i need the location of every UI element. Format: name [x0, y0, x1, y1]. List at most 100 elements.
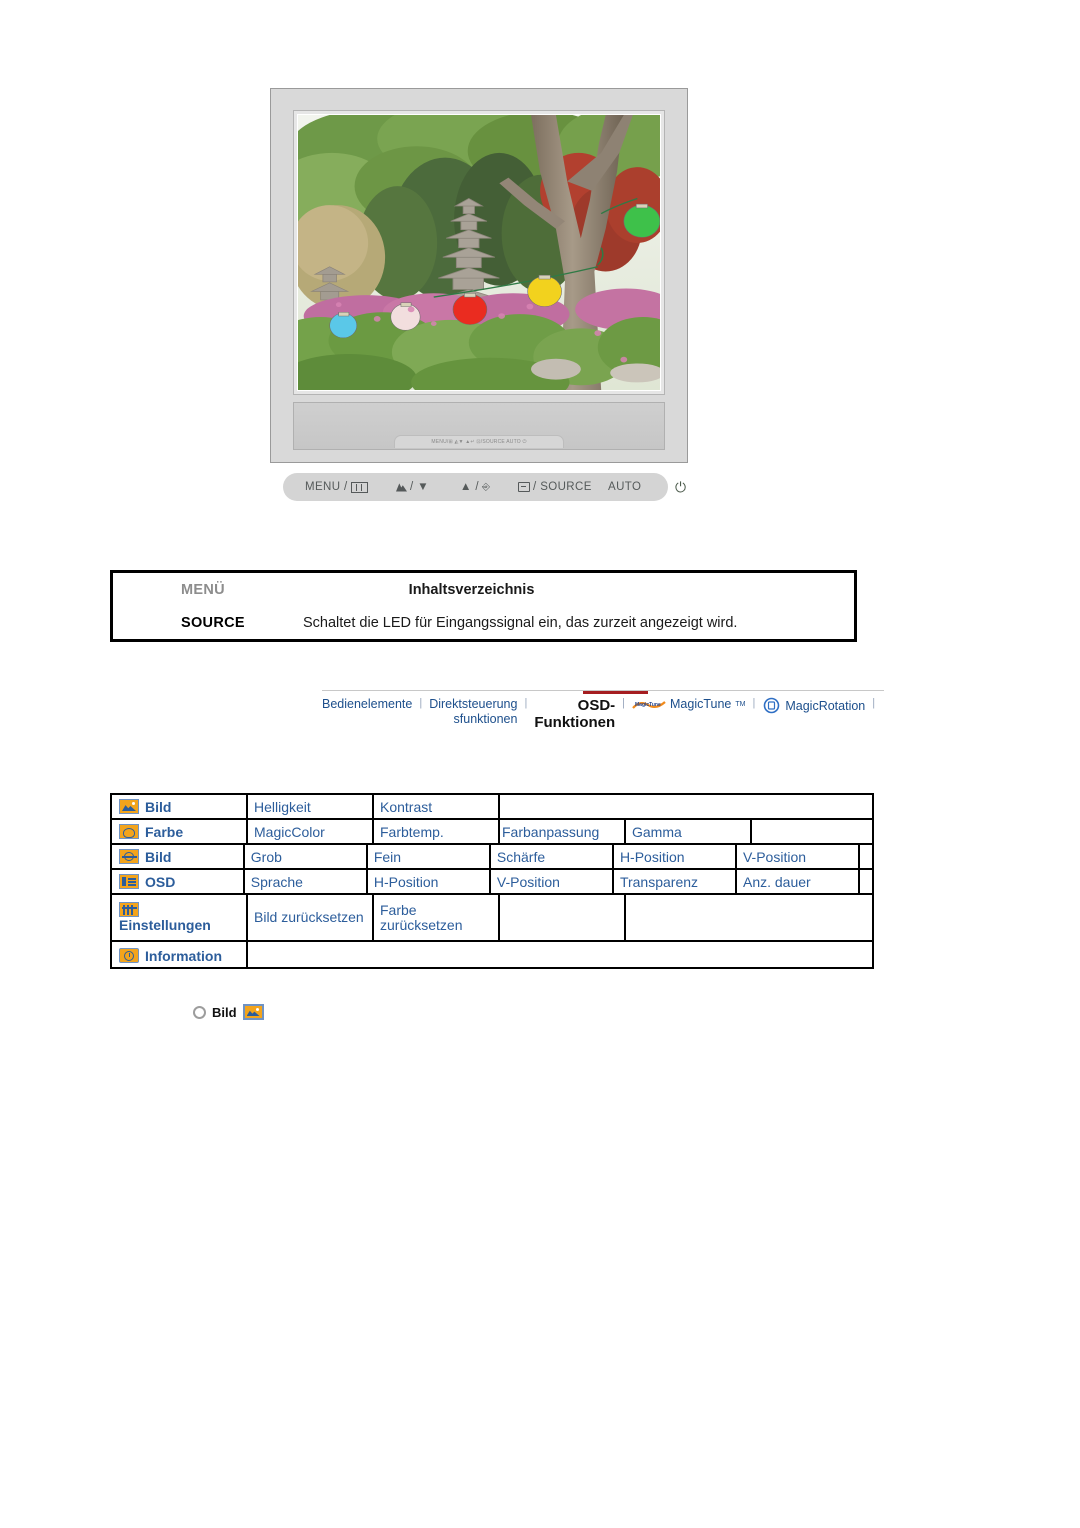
osd-label-text: Einstellungen — [119, 917, 211, 933]
section-navigation-bar: Bedienelemente | Direktsteuerung sfunkti… — [322, 690, 884, 737]
osd-item-bild-zuruecksetzen[interactable]: Bild zurücksetzen — [248, 895, 374, 940]
up-enter-button-label[interactable]: ▲ / ⎆ — [460, 481, 490, 493]
osd-empty-cell — [860, 845, 872, 868]
nav-separator: | — [872, 697, 876, 709]
monitor-screen-image — [298, 115, 660, 390]
nav-separator: | — [524, 697, 528, 709]
section-heading-bild: Bild — [193, 1004, 264, 1020]
svg-text:MagicTune: MagicTune — [635, 702, 661, 708]
nav-separator: | — [622, 697, 626, 709]
osd-item-farbtemp[interactable]: Farbtemp. — [374, 820, 500, 843]
osd-row-label-einstellungen[interactable]: Einstellungen — [112, 895, 248, 940]
menu-header-key: MENÜ — [181, 581, 225, 598]
osd-label-text: Farbe — [145, 823, 184, 840]
osd-item-v-position[interactable]: V-Position — [737, 845, 861, 868]
osd-item-magiccolor[interactable]: MagicColor — [248, 820, 374, 843]
osd-item-farbanpassung[interactable]: Farbanpassung — [500, 820, 626, 843]
osd-item-osd-h-position[interactable]: H-Position — [368, 870, 491, 893]
monitor-chin-panel: MENU/⊞ ◭▼ ▲↵ ⊡/SOURCE AUTO ⏻ — [293, 402, 665, 450]
osd-row-label-bild-picture[interactable]: Bild — [112, 795, 248, 818]
tab-direktsteuerungsfunktionen[interactable]: Direktsteuerung sfunktionen — [429, 697, 517, 727]
monitor-button-strip[interactable]: MENU/⊞ ◭▼ ▲↵ ⊡/SOURCE AUTO ⏻ — [394, 435, 564, 448]
osd-label-text: Bild — [145, 848, 172, 865]
up-label-text: ▲ / — [460, 481, 479, 493]
magicrotation-logo-icon — [762, 697, 781, 716]
osd-empty-cell — [500, 795, 872, 818]
osd-item-kontrast[interactable]: Kontrast — [374, 795, 500, 818]
osd-item-helligkeit[interactable]: Helligkeit — [248, 795, 374, 818]
picture-icon — [242, 1004, 264, 1020]
osd-item-grob[interactable]: Grob — [245, 845, 368, 868]
monitor-illustration: MENU/⊞ ◭▼ ▲↵ ⊡/SOURCE AUTO ⏻ — [270, 88, 688, 463]
color-icon — [119, 824, 139, 839]
control-legend-bar: MENU / / ▼ ▲ / ⎆ / SOURCE AUTO ⏻ — [283, 473, 686, 501]
source-icon — [518, 482, 530, 492]
table-row: Information — [112, 942, 872, 969]
menu-button-label[interactable]: MENU / — [305, 481, 368, 493]
tab-magicrotation[interactable]: MagicRotation — [762, 697, 865, 716]
menu-header-value: Inhaltsverzeichnis — [408, 581, 535, 598]
brightness-label-text: / ▼ — [410, 481, 429, 493]
brightness-down-button-label[interactable]: / ▼ — [396, 481, 429, 493]
power-icon: ⏻ — [675, 478, 687, 495]
power-button-label[interactable]: ⏻ — [675, 479, 686, 496]
menu-bars-icon — [350, 481, 368, 493]
osd-icon — [119, 874, 139, 889]
osd-row-label-bild-image[interactable]: Bild — [112, 845, 245, 868]
menu-row-key-source: SOURCE — [181, 614, 245, 631]
table-row: Farbe MagicColor Farbtemp. Farbanpassung… — [112, 820, 872, 845]
picture-icon — [119, 799, 139, 814]
osd-row-label-information[interactable]: Information — [112, 942, 248, 969]
osd-empty-cell — [500, 895, 626, 940]
tab-magictune-label: MagicTune — [670, 697, 732, 711]
source-button-label[interactable]: / SOURCE — [518, 481, 592, 493]
auto-label-text: AUTO — [608, 481, 642, 493]
osd-row-label-osd[interactable]: OSD — [112, 870, 245, 893]
menu-table-header-row: MENÜ Inhaltsverzeichnis — [113, 573, 854, 606]
information-icon — [119, 948, 139, 963]
tab-osd-funktionen[interactable]: OSD- Funktionen — [534, 697, 615, 731]
osd-label-text: Bild — [145, 798, 172, 815]
osd-empty-cell — [248, 942, 872, 969]
osd-item-fein[interactable]: Fein — [368, 845, 491, 868]
tab-direktsteuerung-line1: Direktsteuerung — [429, 697, 518, 711]
monitor-bezel: MENU/⊞ ◭▼ ▲↵ ⊡/SOURCE AUTO ⏻ — [270, 88, 688, 463]
table-row: OSD Sprache H-Position V-Position Transp… — [112, 870, 872, 895]
osd-item-farbe-zuruecksetzen[interactable]: Farbe zurücksetzen — [374, 895, 500, 940]
osd-item-transparenz[interactable]: Transparenz — [614, 870, 737, 893]
nav-separator: | — [752, 697, 756, 709]
osd-item-sprache[interactable]: Sprache — [245, 870, 368, 893]
tab-bedienelemente[interactable]: Bedienelemente — [322, 697, 412, 712]
osd-empty-cell — [752, 820, 872, 843]
tab-osd-line1: OSD- — [577, 697, 616, 714]
osd-item-h-position[interactable]: H-Position — [614, 845, 737, 868]
tab-osd-line2: Funktionen — [534, 714, 616, 731]
image-icon — [119, 849, 139, 864]
osd-label-text: Information — [145, 947, 222, 964]
auto-button-label[interactable]: AUTO — [608, 481, 641, 493]
menu-row-value-source: Schaltet die LED für Eingangssignal ein,… — [303, 614, 738, 631]
setup-icon — [119, 902, 139, 917]
osd-item-anz-dauer[interactable]: Anz. dauer — [737, 870, 861, 893]
table-row: Bild Grob Fein Schärfe H-Position V-Posi… — [112, 845, 872, 870]
table-row: Bild Helligkeit Kontrast — [112, 795, 872, 820]
tab-magicrotation-label: MagicRotation — [785, 699, 866, 713]
nav-separator: | — [419, 697, 423, 709]
section-title: Bild — [212, 1004, 237, 1020]
tab-magictune[interactable]: MagicTune MagicTune TM — [632, 697, 746, 712]
enter-icon: ⎆ — [481, 481, 491, 493]
menu-label-text: MENU / — [305, 481, 348, 493]
table-row: SOURCE Schaltet die LED für Eingangssign… — [113, 606, 854, 639]
osd-menu-structure-table: Bild Helligkeit Kontrast Farbe MagicColo… — [110, 793, 874, 969]
trademark-mark: TM — [735, 701, 746, 708]
table-row: Einstellungen Bild zurücksetzen Farbe zu… — [112, 895, 872, 942]
osd-item-osd-v-position[interactable]: V-Position — [491, 870, 614, 893]
osd-row-label-farbe[interactable]: Farbe — [112, 820, 248, 843]
osd-empty-cell — [752, 895, 872, 940]
source-label-text: / SOURCE — [533, 481, 592, 493]
osd-item-schaerfe[interactable]: Schärfe — [491, 845, 614, 868]
osd-empty-cell — [860, 870, 872, 893]
menu-description-table: MENÜ Inhaltsverzeichnis SOURCE Schaltet … — [110, 570, 857, 642]
tab-direktsteuerung-line2: sfunktionen — [453, 712, 518, 726]
osd-item-gamma[interactable]: Gamma — [626, 820, 752, 843]
